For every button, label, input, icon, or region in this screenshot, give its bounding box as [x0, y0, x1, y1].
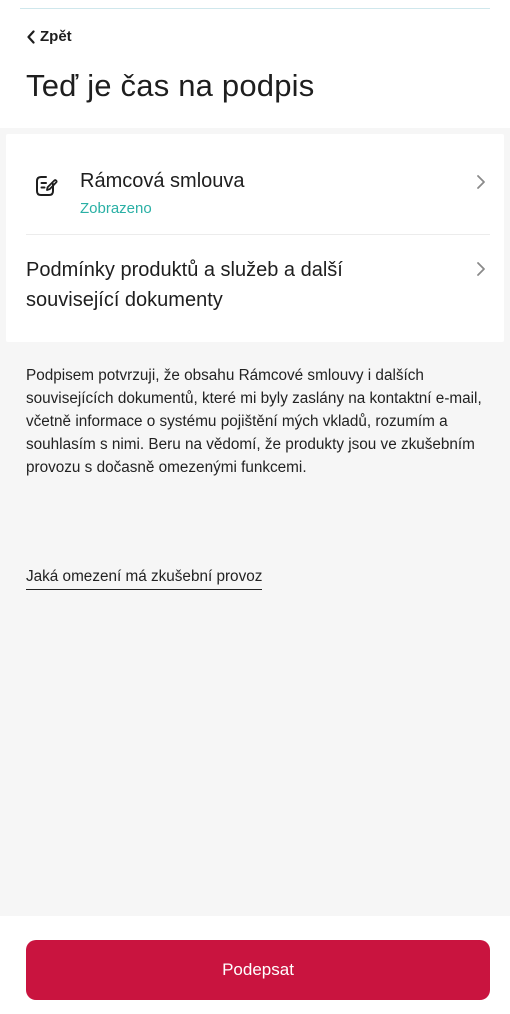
- sign-button[interactable]: Podepsat: [26, 940, 490, 1000]
- top-divider: [20, 8, 490, 9]
- document-status: Zobrazeno: [80, 200, 152, 217]
- document-label: Rámcová smlouva: [80, 170, 245, 192]
- back-label: Zpět: [40, 28, 72, 45]
- document-row-framework-contract[interactable]: Rámcová smlouva Zobrazeno: [6, 134, 504, 234]
- chevron-right-icon: [476, 174, 486, 195]
- chevron-left-icon: [27, 29, 35, 44]
- page-title: Teď je čas na podpis: [26, 68, 315, 103]
- document-label: Podmínky produktů a služeb a další souvi…: [26, 259, 343, 311]
- documents-card: Rámcová smlouva Zobrazeno Podmínky produ…: [6, 134, 504, 342]
- back-button[interactable]: Zpět: [26, 28, 72, 45]
- consent-text: Podpisem potvrzuji, že obsahu Rámcové sm…: [26, 367, 482, 476]
- chevron-right-icon: [476, 261, 486, 282]
- document-edit-icon: [34, 174, 58, 203]
- header: Zpět Teď je čas na podpis: [0, 0, 510, 128]
- document-row-terms[interactable]: Podmínky produktů a služeb a další souvi…: [6, 235, 504, 342]
- bottom-action-bar: Podepsat: [0, 916, 510, 1014]
- trial-limits-link[interactable]: Jaká omezení má zkušební provoz: [26, 568, 263, 590]
- signing-screen: Zpět Teď je čas na podpis Rámcová smlouv…: [0, 0, 510, 1014]
